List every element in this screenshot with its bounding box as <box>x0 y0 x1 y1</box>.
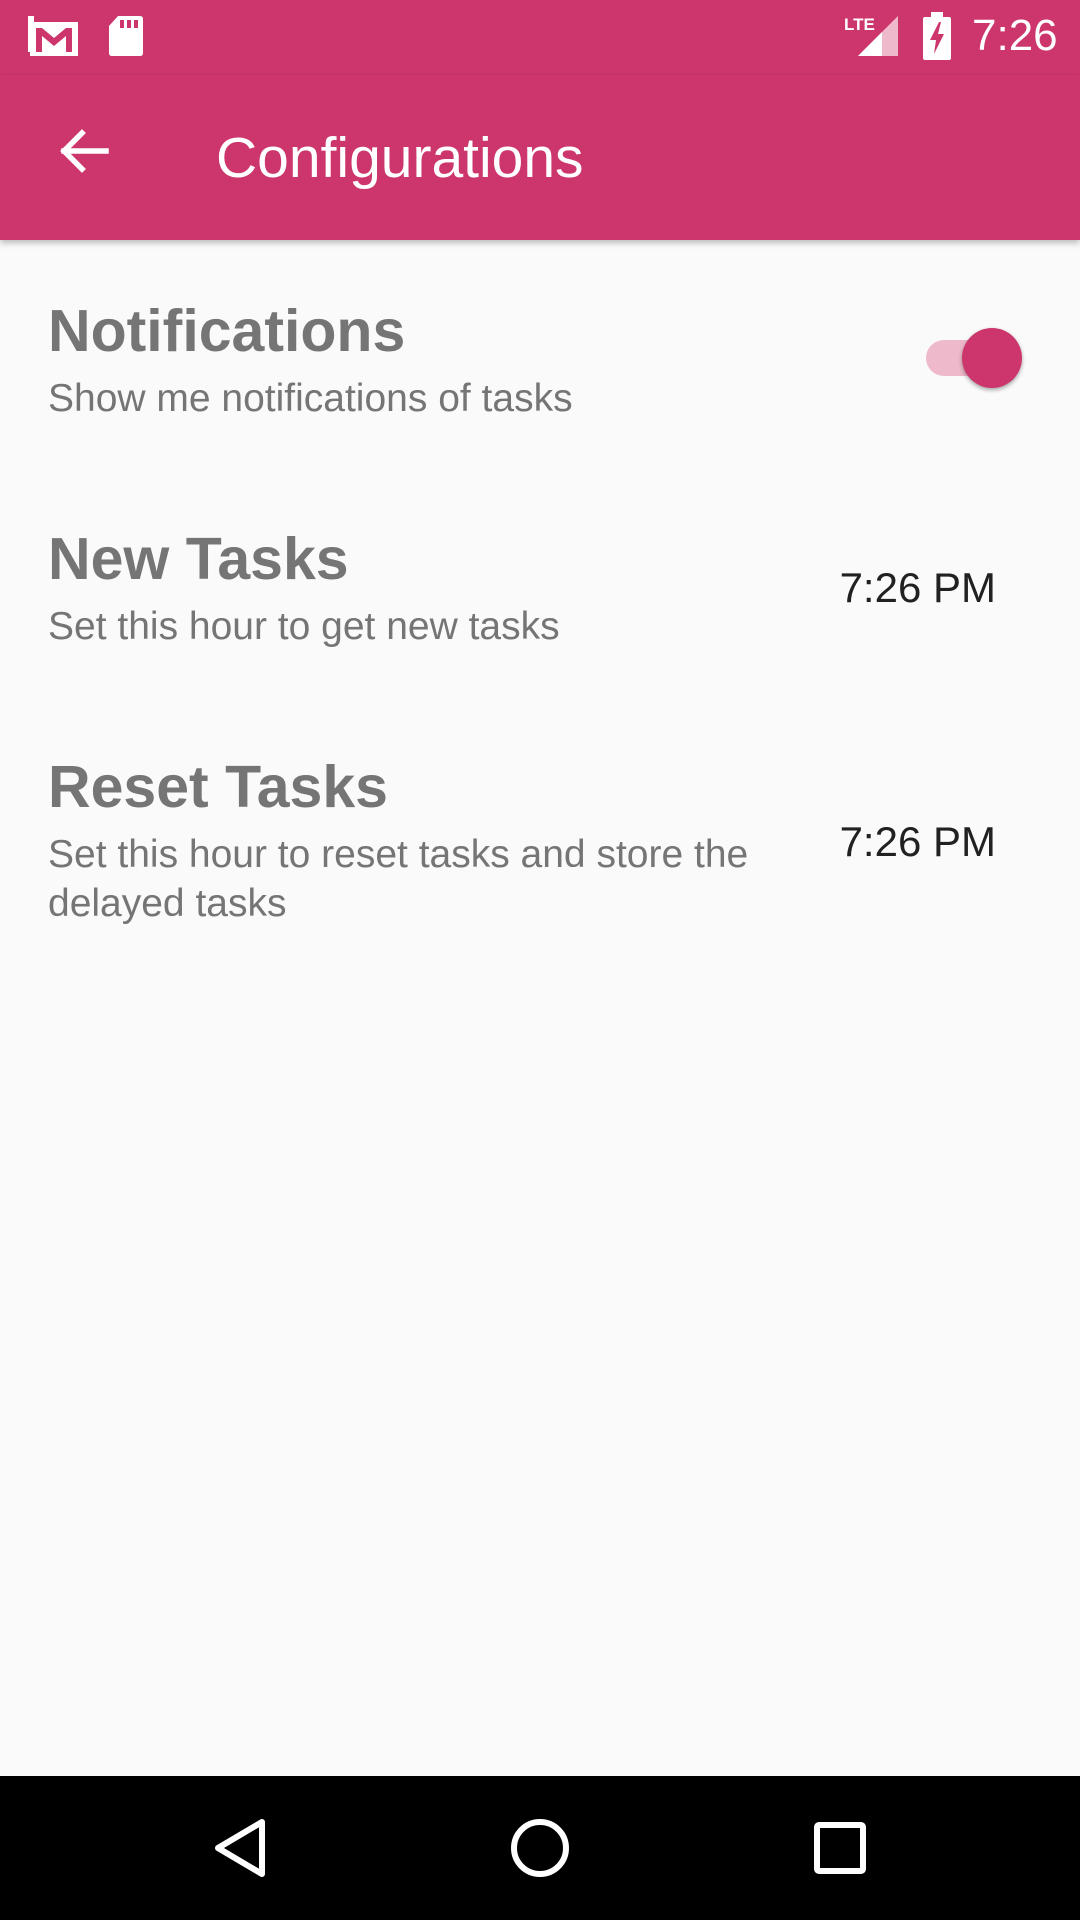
notifications-toggle[interactable] <box>924 326 1024 388</box>
lte-label: LTE <box>844 15 875 34</box>
back-triangle-icon <box>215 1819 265 1877</box>
navigation-bar <box>0 1776 1080 1920</box>
signal-icon: LTE <box>844 15 898 56</box>
reset-tasks-time[interactable]: 7:26 PM <box>836 816 996 868</box>
status-bar: LTE 7:26 <box>0 0 1080 75</box>
back-button[interactable] <box>44 111 124 191</box>
notifications-title: Notifications <box>48 298 406 364</box>
nav-home-button[interactable] <box>500 1808 580 1888</box>
arrow-back-icon <box>60 129 109 173</box>
home-circle-icon <box>511 1819 569 1877</box>
toggle-thumb <box>962 328 1022 388</box>
reset-tasks-setting[interactable]: Reset Tasks Set this hour to reset tasks… <box>0 688 1080 948</box>
nav-back-button[interactable] <box>200 1808 280 1888</box>
reset-tasks-description: Set this hour to reset tasks and store t… <box>48 833 749 925</box>
new-tasks-setting[interactable]: New Tasks Set this hour to get new tasks… <box>0 460 1080 688</box>
status-time: 7:26 <box>972 11 1058 60</box>
sd-card-icon <box>109 16 143 56</box>
reset-tasks-title: Reset Tasks <box>48 754 388 820</box>
page-title: Configurations <box>216 126 584 190</box>
recents-square-icon <box>814 1822 866 1874</box>
nav-recents-button[interactable] <box>800 1808 880 1888</box>
notifications-setting[interactable]: Notifications Show me notifications of t… <box>0 240 1080 460</box>
gmail-icon <box>28 16 78 56</box>
notifications-description: Show me notifications of tasks <box>48 377 573 420</box>
battery-charging-icon <box>923 12 951 60</box>
new-tasks-title: New Tasks <box>48 526 349 592</box>
new-tasks-time[interactable]: 7:26 PM <box>836 562 996 614</box>
new-tasks-description: Set this hour to get new tasks <box>48 605 560 648</box>
app-bar: Configurations <box>0 75 1080 240</box>
